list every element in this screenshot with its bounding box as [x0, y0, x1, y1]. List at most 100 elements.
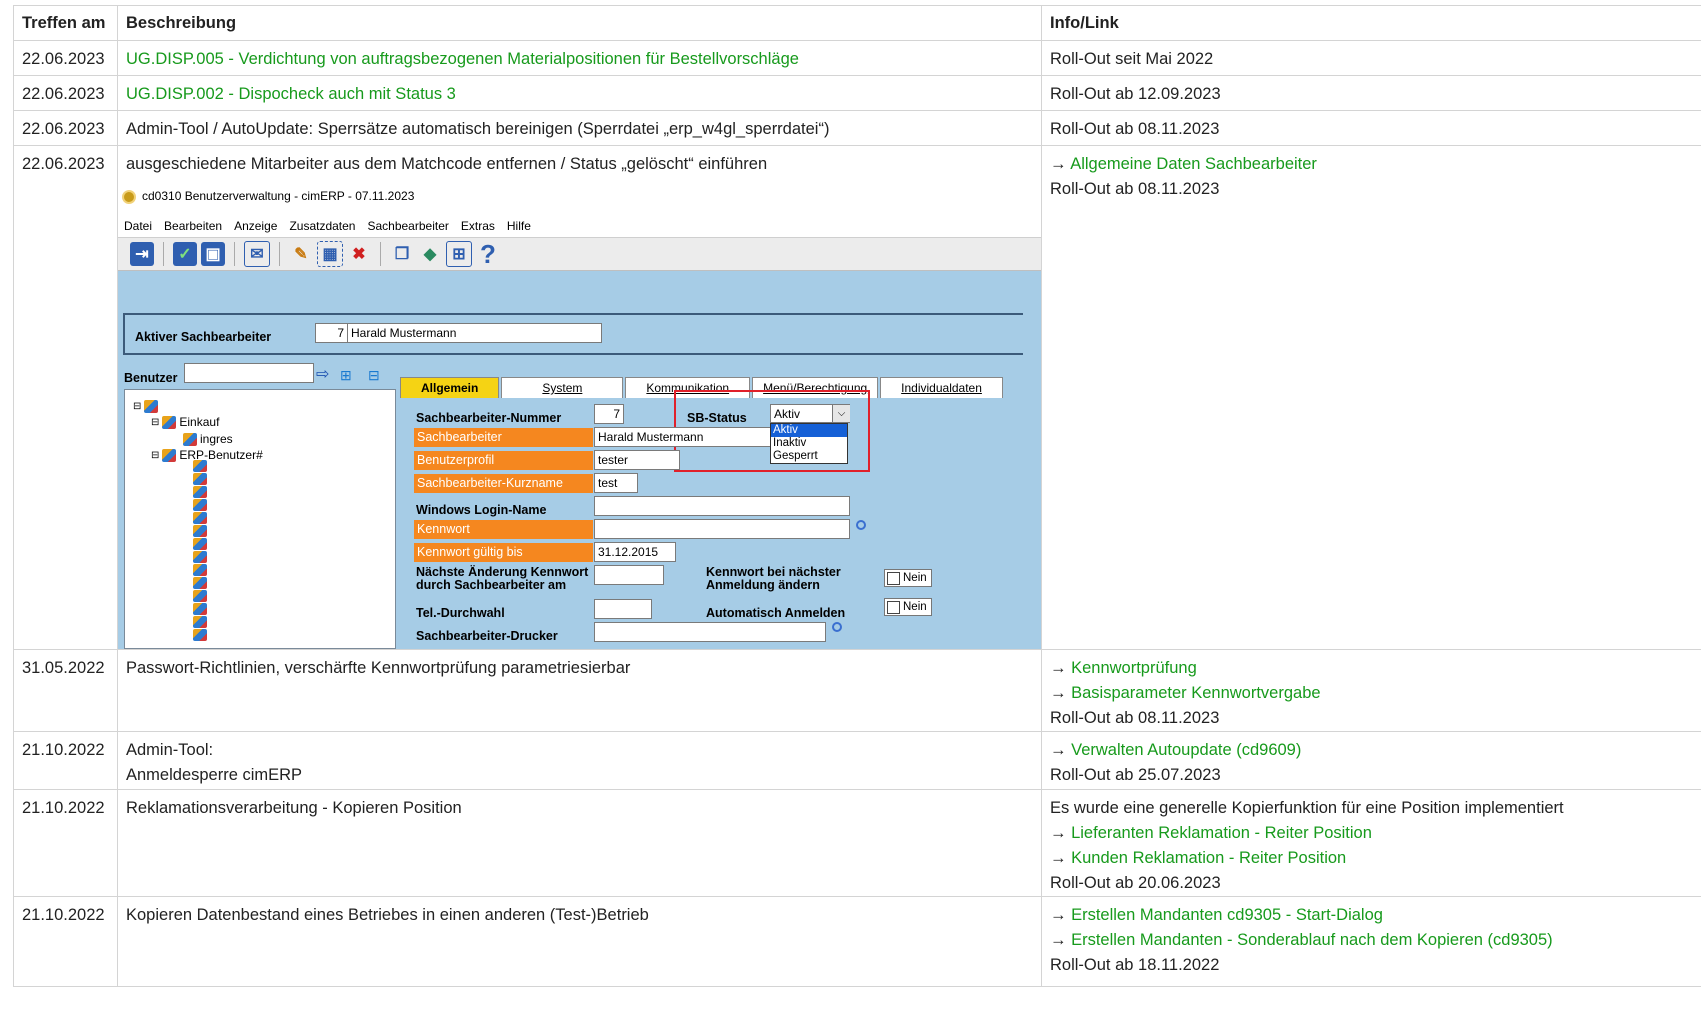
table-row: 22.06.2023 UG.DISP.002 - Dispocheck auch…	[13, 75, 1701, 111]
sb-name-label: Sachbearbeiter	[414, 428, 593, 447]
benutzerprofil-field[interactable]: tester	[594, 450, 680, 470]
option-inaktiv[interactable]: Inaktiv	[771, 437, 847, 450]
sb-status-dropdown: Aktiv Inaktiv Gesperrt	[770, 423, 848, 464]
row-date: 31.05.2022	[13, 649, 118, 732]
row-info: Roll-Out ab 08.11.2023	[1050, 709, 1220, 727]
option-aktiv[interactable]: Aktiv	[771, 424, 847, 437]
menu-extras[interactable]: Extras	[461, 214, 495, 239]
kennwort-label: Kennwort	[414, 520, 593, 539]
user-tree: ⊟ ⊟ Einkauf ingres ⊟ ERP-Benutzer#	[124, 389, 396, 649]
desc-link[interactable]: UG.DISP.005 - Verdichtung von auftragsbe…	[126, 50, 799, 68]
row-date: 21.10.2022	[13, 731, 118, 790]
user-icon[interactable]	[193, 486, 207, 498]
user-icon[interactable]	[193, 577, 207, 589]
main-panel: Aktiver Sachbearbeiter 7 Harald Musterma…	[118, 271, 1041, 649]
gear-icon	[122, 189, 136, 204]
active-user-label: Aktiver Sachbearbeiter	[135, 330, 272, 344]
tab-system[interactable]: System	[501, 377, 624, 399]
user-icon[interactable]	[193, 564, 207, 576]
user-icon[interactable]	[193, 499, 207, 511]
sb-name-field[interactable]: Harald Mustermann	[594, 427, 770, 447]
row-date: 21.10.2022	[13, 896, 118, 987]
arrow-icon: →	[1050, 684, 1067, 702]
copy-icon[interactable]: ❐	[390, 242, 414, 266]
sb-nummer-field[interactable]: 7	[594, 404, 624, 424]
kennwort-aendern-checkbox[interactable]: Nein	[884, 569, 932, 587]
row-date: 21.10.2022	[13, 789, 118, 897]
drucker-label: Sachbearbeiter-Drucker	[416, 629, 558, 643]
table-header-row: Treffen am Beschreibung Info/Link	[13, 5, 1701, 41]
delete-icon[interactable]: ✖	[347, 242, 371, 266]
save-icon[interactable]: ▣	[201, 242, 225, 266]
tree-expand-icon[interactable]: ⊞	[340, 363, 352, 388]
menu-datei[interactable]: Datei	[124, 214, 152, 239]
active-user-number[interactable]: 7	[315, 323, 347, 343]
row-desc: ausgeschiedene Mitarbeiter aus dem Match…	[126, 155, 768, 173]
tel-durchwahl-field[interactable]	[594, 599, 652, 619]
mail-icon[interactable]: ✉	[244, 241, 270, 267]
row-desc: Admin-Tool / AutoUpdate: Sperrsätze auto…	[117, 110, 1042, 146]
search-icon[interactable]	[832, 622, 842, 632]
info-link[interactable]: Kunden Reklamation - Reiter Position	[1071, 849, 1346, 867]
option-gesperrt[interactable]: Gesperrt	[771, 450, 847, 463]
row-info: Roll-Out ab 25.07.2023	[1050, 766, 1221, 784]
user-icon[interactable]	[193, 616, 207, 628]
info-link[interactable]: Basisparameter Kennwortvergabe	[1071, 684, 1320, 702]
row-date: 22.06.2023	[13, 110, 118, 146]
user-icon[interactable]	[193, 551, 207, 563]
menu-hilfe[interactable]: Hilfe	[507, 214, 531, 239]
info-link[interactable]: Verwalten Autoupdate (cd9609)	[1071, 741, 1301, 759]
help-icon[interactable]: ?	[476, 241, 500, 267]
grid-icon[interactable]: ⊞	[446, 241, 472, 267]
user-icon[interactable]	[193, 603, 207, 615]
go-arrow-icon[interactable]: ⇨	[316, 362, 329, 387]
search-icon[interactable]	[856, 520, 866, 530]
user-icon[interactable]	[193, 512, 207, 524]
active-user-name[interactable]: Harald Mustermann	[347, 323, 602, 343]
row-date: 22.06.2023	[13, 75, 118, 111]
menu-zusatzdaten[interactable]: Zusatzdaten	[289, 214, 355, 239]
tree-collapse-icon[interactable]: ⊟	[368, 363, 380, 388]
user-icon[interactable]	[193, 590, 207, 602]
save-check-icon[interactable]: ✓	[173, 242, 197, 266]
menu-anzeige[interactable]: Anzeige	[234, 214, 277, 239]
info-link[interactable]: Kennwortprüfung	[1071, 659, 1197, 677]
col-header-info: Info/Link	[1041, 5, 1701, 41]
arrow-icon: →	[1050, 931, 1067, 949]
menu-sachbearbeiter[interactable]: Sachbearbeiter	[367, 214, 448, 239]
user-icon[interactable]	[193, 629, 207, 641]
info-link[interactable]: Allgemeine Daten Sachbearbeiter	[1070, 155, 1317, 173]
group-icon	[162, 416, 177, 429]
user-icon[interactable]	[193, 525, 207, 537]
chevron-down-icon[interactable]: ⌵	[832, 405, 850, 422]
menu-bearbeiten[interactable]: Bearbeiten	[164, 214, 222, 239]
select-icon[interactable]: ▦	[317, 241, 343, 267]
info-link[interactable]: Erstellen Mandanten cd9305 - Start-Dialo…	[1071, 906, 1383, 924]
tag-icon[interactable]: ◆	[418, 242, 442, 266]
naechste-aenderung-field[interactable]	[594, 565, 664, 585]
kennwort-gueltig-label: Kennwort gültig bis	[414, 543, 593, 562]
benutzer-input[interactable]	[184, 363, 314, 383]
kurzname-field[interactable]: test	[594, 473, 638, 493]
desc-link[interactable]: UG.DISP.002 - Dispocheck auch mit Status…	[126, 85, 456, 103]
info-link[interactable]: Lieferanten Reklamation - Reiter Positio…	[1071, 824, 1372, 842]
row-text: Es wurde eine generelle Kopierfunktion f…	[1050, 799, 1564, 817]
row-date: 22.06.2023	[13, 40, 118, 76]
col-header-description: Beschreibung	[117, 5, 1042, 41]
new-record-icon[interactable]: ✎	[289, 242, 313, 266]
tab-individualdaten[interactable]: Individualdaten	[880, 377, 1003, 399]
drucker-field[interactable]	[594, 622, 826, 642]
windows-login-field[interactable]	[594, 496, 850, 516]
tab-allgemein[interactable]: Allgemein	[400, 377, 500, 399]
arrow-icon: →	[1050, 906, 1067, 924]
benutzer-label: Benutzer	[124, 371, 178, 385]
auto-anmelden-checkbox[interactable]: Nein	[884, 598, 932, 616]
kennwort-field[interactable]	[594, 519, 850, 539]
user-icon[interactable]	[193, 538, 207, 550]
tel-durchwahl-label: Tel.-Durchwahl	[416, 606, 505, 620]
user-icon[interactable]	[193, 473, 207, 485]
kennwort-gueltig-field[interactable]: 31.12.2015	[594, 542, 676, 562]
info-link[interactable]: Erstellen Mandanten - Sonderablauf nach …	[1071, 931, 1553, 949]
user-icon[interactable]	[193, 460, 207, 472]
exit-icon[interactable]: ⇥	[130, 242, 154, 266]
